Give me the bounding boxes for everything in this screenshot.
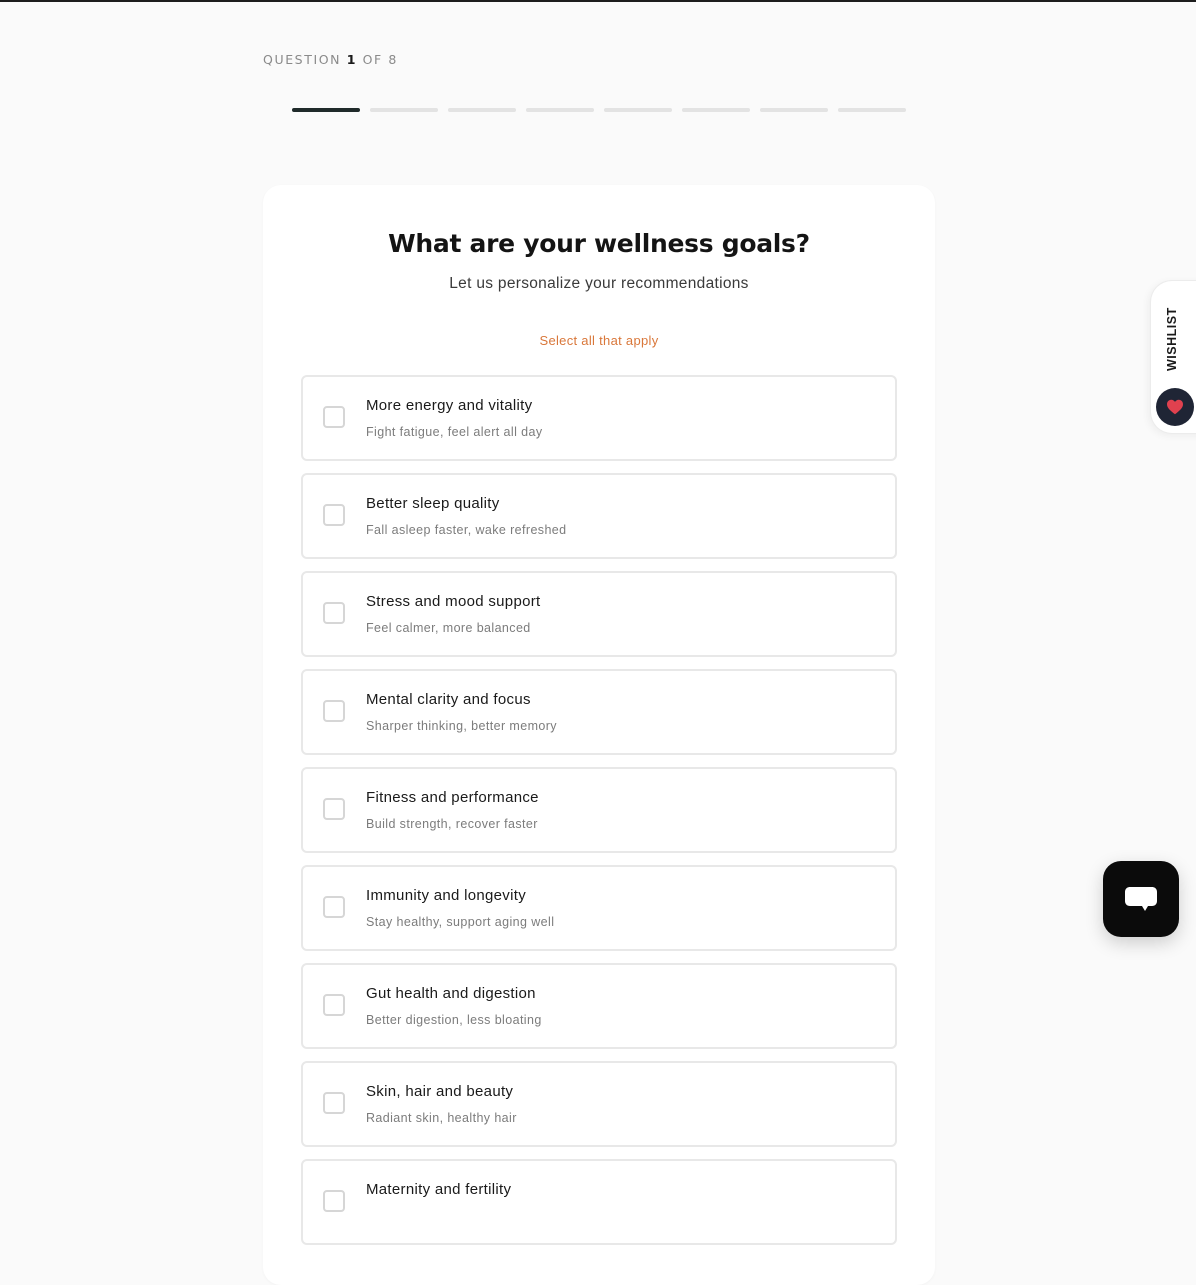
- option-checkbox[interactable]: [323, 504, 345, 526]
- page-title: What are your wellness goals?: [388, 229, 810, 258]
- wishlist-label: WISHLIST: [1165, 307, 1179, 371]
- progress-bar: [292, 108, 906, 112]
- question-card: What are your wellness goals? Let us per…: [263, 185, 935, 1285]
- option-title: Mental clarity and focus: [366, 691, 531, 708]
- question-counter-middle: OF: [362, 52, 383, 67]
- option-checkbox[interactable]: [323, 798, 345, 820]
- option-description: Feel calmer, more balanced: [366, 621, 531, 635]
- question-counter-current: 1: [346, 52, 358, 67]
- chat-bubble-icon: [1125, 887, 1157, 911]
- progress-step-6: [682, 108, 750, 112]
- top-rule: [0, 0, 1196, 2]
- option-item-1[interactable]: More energy and vitality Fight fatigue, …: [301, 375, 897, 461]
- progress-step-8: [838, 108, 906, 112]
- option-checkbox[interactable]: [323, 1190, 345, 1212]
- option-item-8[interactable]: Skin, hair and beauty Radiant skin, heal…: [301, 1061, 897, 1147]
- option-item-2[interactable]: Better sleep quality Fall asleep faster,…: [301, 473, 897, 559]
- option-item-6[interactable]: Immunity and longevity Stay healthy, sup…: [301, 865, 897, 951]
- option-description: Fall asleep faster, wake refreshed: [366, 523, 567, 537]
- option-title: Skin, hair and beauty: [366, 1083, 514, 1100]
- question-counter-total: 8: [388, 52, 398, 67]
- option-item-9[interactable]: Maternity and fertility: [301, 1159, 897, 1245]
- option-title: More energy and vitality: [366, 397, 533, 414]
- progress-step-1: [292, 108, 360, 112]
- option-item-3[interactable]: Stress and mood support Feel calmer, mor…: [301, 571, 897, 657]
- chat-button[interactable]: [1103, 861, 1179, 937]
- option-checkbox[interactable]: [323, 896, 345, 918]
- page-subtitle: Let us personalize your recommendations: [449, 275, 749, 292]
- option-description: Fight fatigue, feel alert all day: [366, 425, 543, 439]
- options-list: More energy and vitality Fight fatigue, …: [301, 375, 897, 1257]
- option-title: Fitness and performance: [366, 789, 539, 806]
- wishlist-heart-badge[interactable]: [1156, 388, 1194, 426]
- option-item-5[interactable]: Fitness and performance Build strength, …: [301, 767, 897, 853]
- option-checkbox[interactable]: [323, 602, 345, 624]
- option-description: Radiant skin, healthy hair: [366, 1111, 517, 1125]
- option-description: Stay healthy, support aging well: [366, 915, 555, 929]
- option-title: Immunity and longevity: [366, 887, 527, 904]
- select-hint: Select all that apply: [539, 333, 659, 348]
- option-checkbox[interactable]: [323, 1092, 345, 1114]
- option-title: Maternity and fertility: [366, 1181, 512, 1198]
- heart-icon: [1167, 399, 1183, 415]
- option-checkbox[interactable]: [323, 700, 345, 722]
- question-counter: QUESTION 1 OF 8: [263, 52, 398, 67]
- option-title: Stress and mood support: [366, 593, 541, 610]
- wishlist-tab[interactable]: WISHLIST: [1150, 280, 1196, 434]
- option-item-4[interactable]: Mental clarity and focus Sharper thinkin…: [301, 669, 897, 755]
- option-title: Better sleep quality: [366, 495, 500, 512]
- option-description: Better digestion, less bloating: [366, 1013, 542, 1027]
- progress-step-5: [604, 108, 672, 112]
- question-counter-prefix: QUESTION: [263, 52, 342, 67]
- option-description: Sharper thinking, better memory: [366, 719, 557, 733]
- option-checkbox[interactable]: [323, 994, 345, 1016]
- progress-step-3: [448, 108, 516, 112]
- option-title: Gut health and digestion: [366, 985, 536, 1002]
- option-checkbox[interactable]: [323, 406, 345, 428]
- progress-step-7: [760, 108, 828, 112]
- progress-step-2: [370, 108, 438, 112]
- progress-step-4: [526, 108, 594, 112]
- option-item-7[interactable]: Gut health and digestion Better digestio…: [301, 963, 897, 1049]
- option-description: Build strength, recover faster: [366, 817, 538, 831]
